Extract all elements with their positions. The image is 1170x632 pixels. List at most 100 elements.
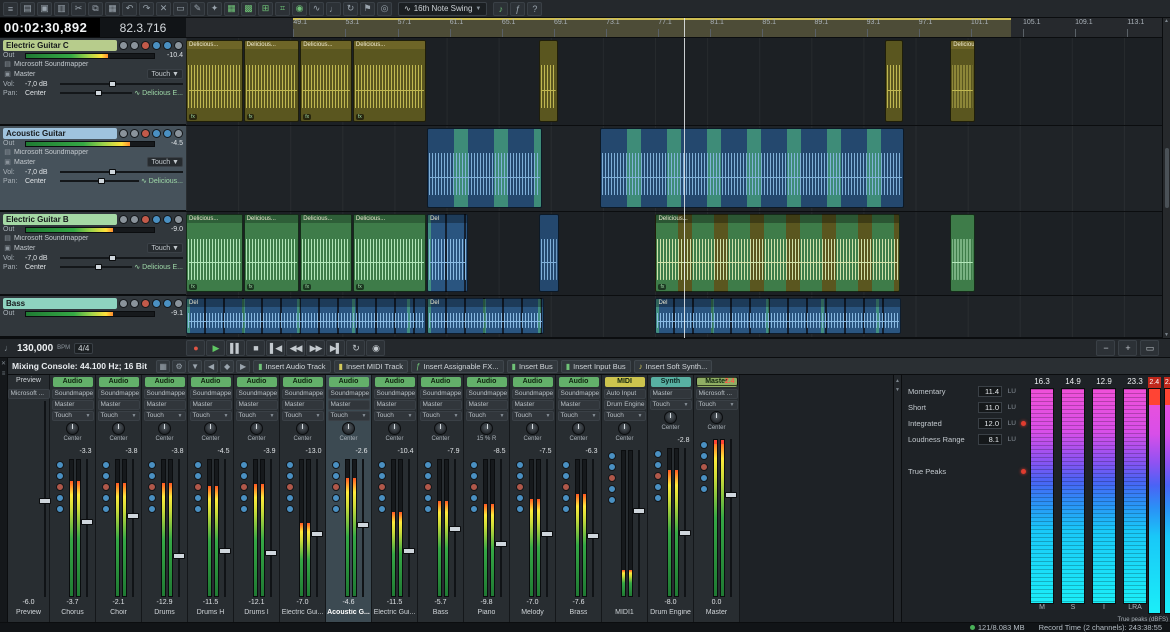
audio-engine-icon[interactable]: ◉	[292, 2, 307, 16]
input-echo-button[interactable]	[152, 41, 161, 50]
console-strip-drums-3[interactable]: AudioSoundmapperMasterTouch▼Center-3.8-1…	[142, 375, 188, 622]
strip-echo-button[interactable]	[424, 494, 432, 502]
fader-handle[interactable]	[725, 492, 737, 498]
strip-echo-button[interactable]	[194, 494, 202, 502]
automation-mode-dropdown[interactable]: Touch ▼	[147, 69, 183, 79]
input-echo-button[interactable]	[152, 129, 161, 138]
strip-arm-button[interactable]	[562, 483, 570, 491]
strip-fx-button[interactable]	[562, 505, 570, 513]
clip-fx-icon[interactable]: fx	[658, 284, 666, 290]
track-menu-button[interactable]	[174, 129, 183, 138]
audio-clip[interactable]: Delicious...fx	[186, 40, 243, 122]
strip-arm-button[interactable]	[148, 483, 156, 491]
track-fx-chain[interactable]: ∿ Delicious...	[141, 177, 183, 185]
track-lane-bass[interactable]: DelDelDel	[186, 296, 1162, 338]
track-menu-button[interactable]	[174, 299, 183, 308]
strip-solo-button[interactable]	[56, 472, 64, 480]
strip-solo-button[interactable]	[378, 472, 386, 480]
strip-arm-button[interactable]	[700, 463, 708, 471]
groove-icon[interactable]: ♪	[493, 2, 508, 16]
clip-fx-icon[interactable]: fx	[189, 114, 197, 120]
cut-icon[interactable]: ✂	[71, 2, 86, 16]
strip-echo-button[interactable]	[516, 494, 524, 502]
strip-output-bus[interactable]: Master	[650, 389, 692, 399]
pan-slider[interactable]	[60, 177, 139, 185]
pan-handle[interactable]	[95, 264, 102, 270]
console-strip-bass-9[interactable]: AudioSoundmapperMasterTouch▼Center-7.9-5…	[418, 375, 464, 622]
pan-handle[interactable]	[95, 90, 102, 96]
strip-mute-button[interactable]	[654, 450, 662, 458]
play-button[interactable]: ▶	[206, 340, 225, 356]
tempo-value[interactable]: 130,000	[17, 343, 53, 354]
pan-knob[interactable]	[250, 422, 263, 435]
insert-midi-track-button[interactable]: ▮Insert MIDI Track	[334, 360, 409, 373]
insert-audio-track-button[interactable]: ▮Insert Audio Track	[253, 360, 330, 373]
strip-input-device[interactable]: Soundmapper	[558, 389, 600, 399]
audio-clip[interactable]	[600, 128, 905, 208]
console-layout-icon[interactable]: ▦	[156, 360, 170, 373]
track-menu-button[interactable]	[174, 41, 183, 50]
console-strip-piano-10[interactable]: AudioSoundmapperMasterTouch▼15 % R-8.5-9…	[464, 375, 510, 622]
arm-record-button[interactable]	[141, 129, 150, 138]
arm-record-button[interactable]	[141, 215, 150, 224]
help-icon[interactable]: ?	[527, 2, 542, 16]
snap-to-grid-icon[interactable]: ⌗	[275, 2, 290, 16]
strip-arm-button[interactable]	[378, 483, 386, 491]
strip-fx-button[interactable]	[608, 496, 616, 504]
strip-arm-button[interactable]	[194, 483, 202, 491]
audio-clip[interactable]: Delicious...fx	[353, 214, 426, 292]
smart-tool-icon[interactable]: ✦	[207, 2, 222, 16]
pan-knob[interactable]	[158, 422, 171, 435]
metronome-icon[interactable]: ♩	[326, 2, 341, 16]
pan-knob[interactable]	[572, 422, 585, 435]
strip-fx-button[interactable]	[516, 505, 524, 513]
console-strip-drum-engine-14[interactable]: SynthMasterTouch▼Center-2.8-8.0Drum Engi…	[648, 375, 694, 622]
fx-bypass-button[interactable]	[163, 215, 172, 224]
strip-output-bus[interactable]: Master	[52, 400, 94, 410]
fader-handle[interactable]	[219, 548, 231, 554]
track-header-electric-guitar-b[interactable]: Electric Guitar BOut-9.0▤Microsoft Sound…	[0, 212, 186, 296]
mute-button[interactable]	[119, 129, 128, 138]
pan-slider[interactable]	[60, 89, 132, 97]
strip-solo-button[interactable]	[424, 472, 432, 480]
strip-arm-button[interactable]	[240, 483, 248, 491]
strip-input-device[interactable]: Soundmapper	[98, 389, 140, 399]
track-header-bass[interactable]: BassOut-9.1	[0, 296, 186, 338]
pan-handle[interactable]	[98, 178, 105, 184]
scrollbar-thumb[interactable]	[1165, 148, 1169, 208]
strip-echo-button[interactable]	[102, 494, 110, 502]
pan-slider[interactable]	[60, 263, 132, 271]
audio-clip[interactable]	[950, 214, 974, 292]
strip-fx-button[interactable]	[102, 505, 110, 513]
solo-button[interactable]	[130, 299, 139, 308]
input-echo-icon[interactable]: ∿	[309, 2, 324, 16]
audio-clip[interactable]	[539, 40, 558, 122]
fader-handle[interactable]	[495, 541, 507, 547]
strip-solo-button[interactable]	[102, 472, 110, 480]
grid-small-icon[interactable]: ▦	[224, 2, 239, 16]
audio-clip[interactable]	[539, 214, 559, 292]
strip-mute-button[interactable]	[562, 461, 570, 469]
pan-knob[interactable]	[342, 422, 355, 435]
strip-input-device[interactable]: Auto Input	[604, 389, 646, 399]
console-divider[interactable]: ▲ ▼	[893, 375, 902, 622]
console-strip-drums-i-5[interactable]: AudioSoundmapperMasterTouch▼Center-3.9-1…	[234, 375, 280, 622]
grid-medium-icon[interactable]: ▩	[241, 2, 256, 16]
save-icon[interactable]: ▥	[54, 2, 69, 16]
strip-solo-button[interactable]	[332, 472, 340, 480]
loop-icon[interactable]: ↻	[343, 2, 358, 16]
strip-mute-button[interactable]	[56, 461, 64, 469]
strip-automation-dropdown[interactable]: Touch▼	[650, 400, 692, 410]
audio-clip[interactable]	[427, 128, 542, 208]
console-marker-icon[interactable]: ◆	[220, 360, 234, 373]
insert-soft-synth-button[interactable]: ♪Insert Soft Synth...	[634, 360, 713, 373]
pan-knob[interactable]	[664, 411, 677, 424]
fx-bypass-button[interactable]	[163, 129, 172, 138]
mute-button[interactable]	[119, 215, 128, 224]
strip-automation-dropdown[interactable]: Touch▼	[558, 411, 600, 421]
grid-large-icon[interactable]: ⊞	[258, 2, 273, 16]
strip-mute-button[interactable]	[608, 452, 616, 460]
strip-input-device[interactable]: Soundmapper	[328, 389, 370, 399]
insert-assignable-fx-button[interactable]: ƒInsert Assignable FX...	[411, 360, 504, 373]
strip-echo-button[interactable]	[654, 483, 662, 491]
